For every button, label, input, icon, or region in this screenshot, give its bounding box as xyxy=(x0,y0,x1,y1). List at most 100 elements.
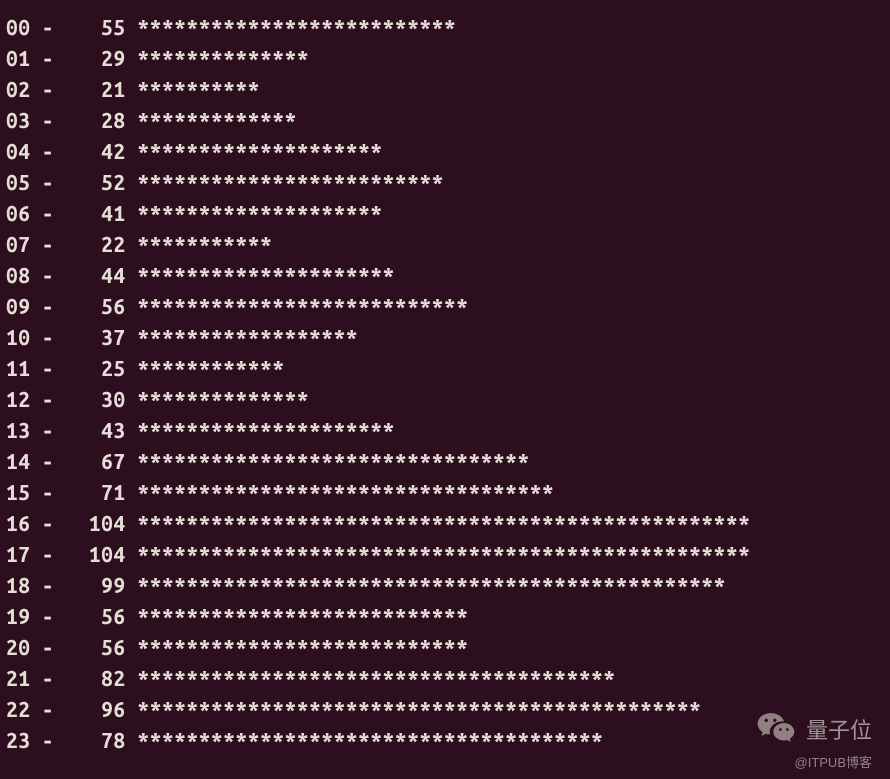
row-value: 71 xyxy=(79,477,126,508)
row-index: 08 xyxy=(6,260,30,291)
row-index: 09 xyxy=(6,291,30,322)
row-bar: ********** xyxy=(126,74,260,105)
row-bar: *************************** xyxy=(126,291,469,322)
histogram-row: 13 - 43********************* xyxy=(6,415,890,446)
row-value: 56 xyxy=(79,632,126,663)
row-value: 22 xyxy=(79,229,126,260)
row-index: 13 xyxy=(6,415,30,446)
row-separator: - xyxy=(30,570,79,601)
row-separator: - xyxy=(30,198,79,229)
row-index: 20 xyxy=(6,632,30,663)
terminal-histogram: 00 - 55**************************01 - 29… xyxy=(6,12,890,756)
row-index: 11 xyxy=(6,353,30,384)
row-index: 18 xyxy=(6,570,30,601)
row-value: 30 xyxy=(79,384,126,415)
histogram-row: 03 - 28************* xyxy=(6,105,890,136)
row-value: 96 xyxy=(79,694,126,725)
row-index: 10 xyxy=(6,322,30,353)
row-index: 04 xyxy=(6,136,30,167)
histogram-row: 11 - 25************ xyxy=(6,353,890,384)
row-bar: ********************* xyxy=(126,260,395,291)
row-bar: ********************* xyxy=(126,415,395,446)
sub-watermark: @ITPUB博客 xyxy=(795,752,872,771)
row-bar: ******************************** xyxy=(126,446,530,477)
row-separator: - xyxy=(30,632,79,663)
row-index: 22 xyxy=(6,694,30,725)
row-separator: - xyxy=(30,74,79,105)
histogram-row: 01 - 29************** xyxy=(6,43,890,74)
row-value: 56 xyxy=(79,291,126,322)
row-index: 00 xyxy=(6,12,30,43)
row-separator: - xyxy=(30,322,79,353)
row-index: 07 xyxy=(6,229,30,260)
row-value: 37 xyxy=(79,322,126,353)
row-bar: *************************************** xyxy=(126,663,616,694)
row-separator: - xyxy=(30,539,79,570)
row-value: 99 xyxy=(79,570,126,601)
row-index: 19 xyxy=(6,601,30,632)
row-separator: - xyxy=(30,167,79,198)
row-separator: - xyxy=(30,446,79,477)
row-separator: - xyxy=(30,260,79,291)
row-value: 56 xyxy=(79,601,126,632)
row-bar: ****************************************… xyxy=(126,570,726,601)
row-bar: ************************** xyxy=(126,12,457,43)
row-index: 16 xyxy=(6,508,30,539)
row-separator: - xyxy=(30,136,79,167)
row-value: 55 xyxy=(79,12,126,43)
histogram-row: 09 - 56*************************** xyxy=(6,291,890,322)
row-bar: *************************** xyxy=(126,601,469,632)
row-separator: - xyxy=(30,229,79,260)
row-value: 43 xyxy=(79,415,126,446)
row-index: 01 xyxy=(6,43,30,74)
row-value: 82 xyxy=(79,663,126,694)
row-separator: - xyxy=(30,353,79,384)
histogram-row: 10 - 37****************** xyxy=(6,322,890,353)
histogram-row: 04 - 42******************** xyxy=(6,136,890,167)
histogram-row: 18 - 99*********************************… xyxy=(6,570,890,601)
row-bar: ************************* xyxy=(126,167,444,198)
row-separator: - xyxy=(30,415,79,446)
row-value: 25 xyxy=(79,353,126,384)
row-index: 05 xyxy=(6,167,30,198)
row-value: 21 xyxy=(79,74,126,105)
row-bar: *************************** xyxy=(126,632,469,663)
row-value: 78 xyxy=(79,725,126,756)
histogram-row: 21 - 82*********************************… xyxy=(6,663,890,694)
row-bar: ********************************** xyxy=(126,477,555,508)
row-bar: ****************************************… xyxy=(126,539,751,570)
row-bar: ************* xyxy=(126,105,297,136)
row-value: 104 xyxy=(79,539,126,570)
wechat-icon xyxy=(754,707,798,751)
row-bar: ******************** xyxy=(126,136,383,167)
histogram-row: 16 - 104********************************… xyxy=(6,508,890,539)
histogram-row: 08 - 44********************* xyxy=(6,260,890,291)
row-index: 12 xyxy=(6,384,30,415)
histogram-row: 05 - 52************************* xyxy=(6,167,890,198)
row-separator: - xyxy=(30,725,79,756)
row-bar: *********** xyxy=(126,229,273,260)
histogram-row: 14 - 67******************************** xyxy=(6,446,890,477)
row-index: 03 xyxy=(6,105,30,136)
row-bar: ****************************************… xyxy=(126,508,751,539)
watermark: 量子位 xyxy=(754,707,872,751)
row-value: 42 xyxy=(79,136,126,167)
row-bar: ******************** xyxy=(126,198,383,229)
row-index: 23 xyxy=(6,725,30,756)
row-index: 15 xyxy=(6,477,30,508)
row-bar: ************************************** xyxy=(126,725,604,756)
row-index: 06 xyxy=(6,198,30,229)
histogram-row: 07 - 22*********** xyxy=(6,229,890,260)
row-separator: - xyxy=(30,508,79,539)
row-index: 14 xyxy=(6,446,30,477)
row-separator: - xyxy=(30,105,79,136)
histogram-row: 15 - 71*********************************… xyxy=(6,477,890,508)
row-separator: - xyxy=(30,384,79,415)
row-value: 104 xyxy=(79,508,126,539)
row-separator: - xyxy=(30,291,79,322)
row-value: 44 xyxy=(79,260,126,291)
row-index: 21 xyxy=(6,663,30,694)
watermark-text: 量子位 xyxy=(806,713,872,745)
histogram-row: 20 - 56*************************** xyxy=(6,632,890,663)
row-value: 28 xyxy=(79,105,126,136)
